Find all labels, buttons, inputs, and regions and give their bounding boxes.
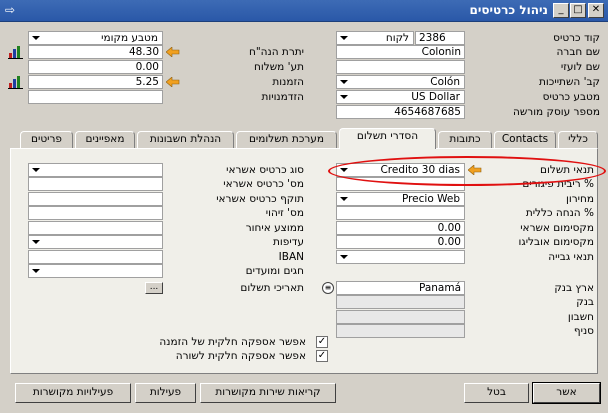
currency-label: מטבע כרטיס [542,91,600,103]
ok-button[interactable]: אשר [532,382,601,404]
foreign-name-field[interactable] [336,60,465,74]
credit-card-expiry-label: תוקף כרטיס אשראי [216,193,304,205]
tab-items[interactable]: פריטים [20,131,73,149]
tab-payment-terms[interactable]: הסדרי תשלום [339,128,436,149]
credit-card-expiry-field[interactable] [28,192,163,206]
highlight-oval [328,156,606,186]
deliveries-field: 0.00 [28,60,163,74]
minimize-button[interactable]: _ [553,3,569,18]
credit-card-number-field[interactable] [28,177,163,191]
average-delay-field[interactable] [28,221,163,235]
account-field[interactable] [336,310,465,324]
chevron-down-icon [32,36,40,40]
orders-label: הזמנות [272,76,304,88]
chevron-down-icon [32,168,40,172]
opportunities-label: הזדמנויות [261,91,304,103]
credit-limit-field[interactable]: 0.00 [336,221,465,235]
cancel-button[interactable]: בטל [464,383,529,403]
bank-country-field[interactable]: Panamá [336,281,465,295]
discount-field[interactable] [336,206,465,220]
priority-select[interactable] [28,235,163,249]
code-field[interactable]: 2386 [415,31,465,45]
currency-select[interactable]: US Dollar [336,90,465,104]
activities-button[interactable]: פעילות [135,383,196,403]
chevron-down-icon [340,80,348,84]
balance-field: 48.30 [28,45,163,59]
tab-properties[interactable]: מאפיינים [75,131,135,149]
holidays-label: חגים ומועדים [245,265,304,277]
priority-label: עדיפות [273,236,304,248]
bank-country-label: ארץ בנק [554,282,594,294]
holidays-select[interactable] [28,264,163,278]
partial-line-delivery-label: אפשר אספקה חלקית לשורה [175,350,306,362]
linked-service-calls-button[interactable]: קריאות שירות מקושרות [200,383,336,403]
partial-line-delivery-checkbox[interactable]: ✓ [316,350,328,362]
deliveries-label: תע' משלוח [254,61,304,73]
bar-chart-icon[interactable] [8,45,24,59]
card-type-select[interactable]: לקוח [336,31,414,45]
branch-label: סניף [573,325,594,337]
company-label: שם חברה [556,46,600,58]
collection-terms-label: תנאי גבייה [548,251,594,263]
balance-label: יתרת הנה"ח [248,46,304,58]
price-list-label: מחירון [566,193,594,205]
bank-label: בנק [576,296,594,308]
credit-card-type-select[interactable] [28,163,163,177]
group-label: קב' השתייכות [539,76,600,88]
menu-circle-icon[interactable]: ≡ [322,282,334,294]
restore-button[interactable]: □ [570,3,586,18]
code-label: קוד כרטיס [553,32,600,44]
orders-field: 5.25 [28,75,163,89]
window-icon: ⇨ [5,3,16,17]
foreign-name-label: שם לועזי [560,61,600,73]
tab-accounting[interactable]: הנהלת חשבונות [137,131,234,149]
tab-payment-system[interactable]: מערכת תשלומים [236,131,337,149]
company-field[interactable]: Colonin [336,45,465,59]
window-title: ניהול כרטיסים [469,3,548,17]
price-list-select[interactable]: Precio Web [336,192,465,206]
id-number-field[interactable] [28,206,163,220]
credit-card-type-label: סוג כרטיס אשראי [226,164,304,176]
branch-field[interactable] [336,324,465,338]
bar-chart-icon[interactable] [8,75,24,89]
payment-dates-label: תאריכי תשלום [240,282,304,294]
average-delay-label: ממוצע איחור [245,222,304,234]
link-arrow-icon[interactable] [165,46,180,58]
chevron-down-icon [340,95,348,99]
partial-order-delivery-label: אפשר אספקה חלקית של הזמנה [159,336,306,348]
credit-card-number-label: מס' כרטיס אשראי [223,178,304,190]
tab-contacts[interactable]: Contacts [494,131,556,149]
chevron-down-icon [32,269,40,273]
linked-activities-button[interactable]: פעילויות מקושרות [15,383,131,403]
tab-addresses[interactable]: כתובות [438,131,492,149]
opportunities-field [28,90,163,104]
credit-limit-label: מקסימום אשראי [520,222,594,234]
local-currency-select[interactable]: מטבע מקומי [28,31,163,45]
commitment-limit-field[interactable]: 0.00 [336,235,465,249]
discount-label: % הנחה כללית [525,207,594,219]
tab-general[interactable]: כללי [558,131,598,149]
iban-label: IBAN [278,251,304,263]
iban-field[interactable] [28,250,163,264]
chevron-down-icon [340,255,348,259]
chevron-down-icon [340,36,348,40]
id-number-label: מס' זיהוי [265,207,304,219]
title-bar: ⇨ ניהול כרטיסים _ □ ✕ [0,0,608,22]
tax-id-field[interactable]: 4654687685 [336,105,465,119]
link-arrow-icon[interactable] [165,76,180,88]
account-label: חשבון [567,311,594,323]
collection-terms-select[interactable] [336,250,465,264]
close-button[interactable]: ✕ [588,3,604,18]
partial-order-delivery-checkbox[interactable]: ✓ [316,336,328,348]
tax-id-label: מספר עוסק מורשה [512,106,600,118]
payment-dates-browse-button[interactable]: ... [145,282,163,294]
chevron-down-icon [340,197,348,201]
commitment-limit-label: מקסימום אובליגו [518,236,595,248]
bank-field[interactable] [336,295,465,309]
group-select[interactable]: Colón [336,75,465,89]
chevron-down-icon [32,240,40,244]
